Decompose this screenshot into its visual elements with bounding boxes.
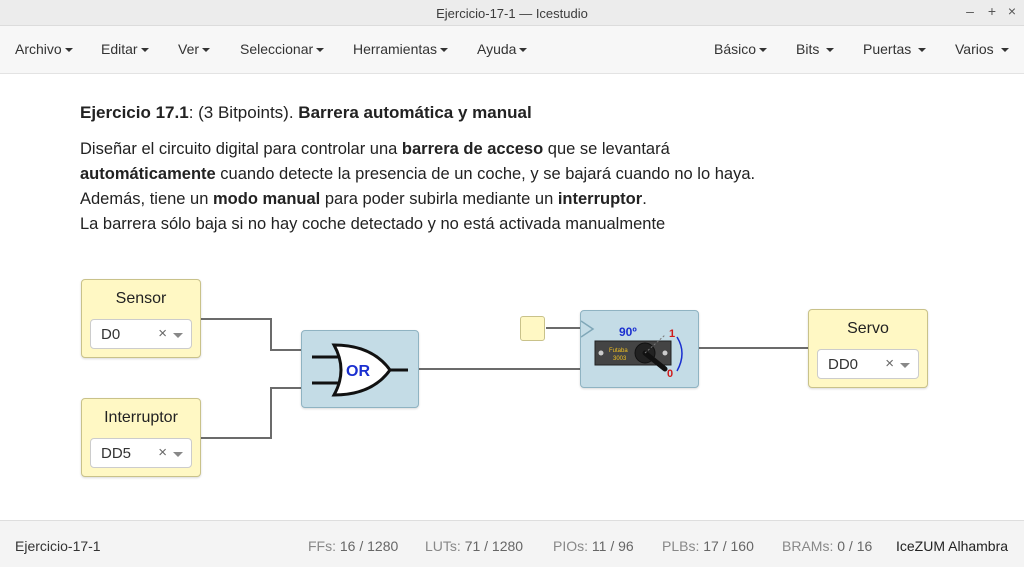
menu-label: Puertas (863, 41, 912, 57)
pin-select[interactable]: DD5 × (90, 438, 192, 468)
board-selector[interactable]: IceZUM Alhambra (896, 538, 1008, 554)
wire-interruptor-or (201, 387, 301, 439)
menu-label: Varios (955, 41, 994, 57)
interruptor-input-block[interactable]: Interruptor DD5 × (81, 398, 201, 477)
menu-puertas[interactable]: Puertas (863, 41, 927, 57)
caret-down-icon (140, 48, 149, 53)
pin-select[interactable]: DD0 × (817, 349, 919, 379)
caret-down-icon (1000, 48, 1009, 53)
menu-label: Herramientas (353, 41, 438, 57)
menu-bar: Archivo Editar Ver Seleccionar Herramien… (0, 26, 1024, 74)
caret-down-icon (202, 48, 211, 53)
menu-basico[interactable]: Básico (714, 41, 768, 57)
caret-down-icon (440, 48, 449, 53)
block-label: Sensor (115, 290, 167, 307)
maximize-button[interactable]: + (982, 3, 1002, 19)
constant-input-block[interactable] (520, 316, 545, 341)
menu-bits[interactable]: Bits (796, 41, 835, 57)
design-canvas[interactable]: Ejercicio 17.1: (3 Bitpoints). Barrera a… (0, 75, 1024, 520)
wire-sensor-or (201, 318, 301, 351)
close-button[interactable]: × (1002, 3, 1022, 19)
servo-output-block[interactable]: Servo DD0 × (808, 309, 928, 388)
luts-usage: LUTs: 71 / 1280 (425, 538, 524, 554)
pin-value: DD0 (828, 356, 859, 373)
servo-high: 1 (669, 328, 675, 340)
menu-label: Ayuda (477, 41, 517, 57)
menu-label: Seleccionar (240, 41, 314, 57)
caret-down-icon (759, 48, 768, 53)
caret-down-icon (64, 48, 73, 53)
servo-model: 3003 (613, 356, 627, 362)
status-bar: Ejercicio-17-1 FFs: 16 / 1280 LUTs: 71 /… (0, 520, 1024, 567)
servo-low: 0 (667, 368, 673, 380)
brams-usage: BRAMs: 0 / 16 (782, 538, 873, 554)
servo-module-block[interactable]: 90º Futaba 3003 1 0 (580, 310, 699, 388)
caret-down-icon (826, 48, 835, 53)
menu-herramientas[interactable]: Herramientas (353, 41, 449, 57)
caret-down-icon (316, 48, 325, 53)
menu-label: Archivo (15, 41, 62, 57)
block-label: Servo (847, 320, 889, 337)
or-gate-icon: OR (312, 343, 408, 397)
menu-ayuda[interactable]: Ayuda (477, 41, 528, 57)
title-bar: Ejercicio-17-1 — Icestudio – + × (0, 0, 1024, 26)
or-gate-block[interactable]: OR (301, 330, 419, 408)
sensor-input-block[interactable]: Sensor D0 × (81, 279, 201, 358)
servo-icon: 90º Futaba 3003 1 0 (581, 320, 683, 380)
chevron-down-icon[interactable] (900, 363, 910, 368)
menu-seleccionar[interactable]: Seleccionar (240, 41, 325, 57)
project-name: Ejercicio-17-1 (15, 538, 101, 554)
clear-icon[interactable]: × (885, 355, 894, 372)
block-label: Interruptor (104, 409, 178, 426)
menu-label: Ver (178, 41, 200, 57)
pin-value: DD5 (101, 445, 132, 462)
clear-icon[interactable]: × (158, 444, 167, 461)
pios-usage: PIOs: 11 / 96 (553, 538, 634, 554)
chevron-down-icon[interactable] (173, 333, 183, 338)
menu-varios[interactable]: Varios (955, 41, 1009, 57)
menu-label: Editar (101, 41, 138, 57)
caret-down-icon (519, 48, 528, 53)
servo-brand: Futaba (609, 348, 628, 354)
chevron-down-icon[interactable] (173, 452, 183, 457)
menu-label: Bits (796, 41, 820, 57)
window-title: Ejercicio-17-1 — Icestudio (436, 6, 588, 21)
menu-label: Básico (714, 41, 757, 57)
menu-ver[interactable]: Ver (178, 41, 211, 57)
clear-icon[interactable]: × (158, 325, 167, 342)
plbs-usage: PLBs: 17 / 160 (662, 538, 754, 554)
or-label: OR (346, 363, 370, 380)
caret-down-icon (918, 48, 927, 53)
servo-angle: 90º (619, 325, 637, 339)
pin-value: D0 (101, 326, 121, 343)
ffs-usage: FFs: 16 / 1280 (308, 538, 399, 554)
menu-editar[interactable]: Editar (101, 41, 149, 57)
minimize-button[interactable]: – (960, 3, 980, 19)
pin-select[interactable]: D0 × (90, 319, 192, 349)
menu-archivo[interactable]: Archivo (15, 41, 73, 57)
